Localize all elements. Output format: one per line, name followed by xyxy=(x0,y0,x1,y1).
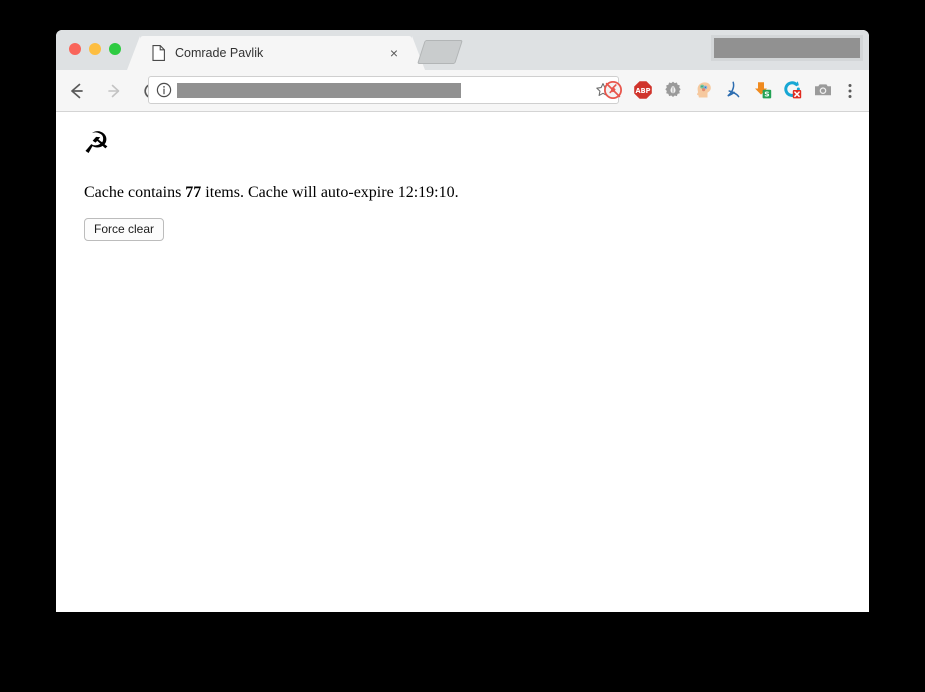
cache-status-text: Cache contains 77 items. Cache will auto… xyxy=(84,183,459,202)
window-close-button[interactable] xyxy=(69,43,81,55)
page-icon xyxy=(152,45,165,61)
camera-icon[interactable] xyxy=(813,80,833,100)
arrow-left-icon[interactable] xyxy=(64,79,88,103)
cache-item-count: 77 xyxy=(185,184,202,201)
page-content: ☭ Cache contains 77 items. Cache will au… xyxy=(56,112,869,612)
tabstrip-redacted-region xyxy=(711,35,863,61)
kebab-menu-icon[interactable] xyxy=(841,79,859,103)
download-excel-icon[interactable]: S xyxy=(753,80,773,100)
cache-status-suffix: items. Cache will auto-expire xyxy=(201,184,398,201)
head-brain-icon[interactable] xyxy=(693,80,713,100)
browser-toolbar: ABP S xyxy=(56,70,869,112)
cache-status-end: . xyxy=(454,184,459,201)
tab-close-icon[interactable]: × xyxy=(386,45,402,61)
adobe-acrobat-icon[interactable] xyxy=(723,80,743,100)
browser-window: Comrade Pavlik × ABP S ☭ Cache contains … xyxy=(56,30,869,612)
hammer-and-sickle-icon: ☭ xyxy=(83,126,110,161)
window-maximize-button[interactable] xyxy=(109,43,121,55)
svg-text:S: S xyxy=(764,90,769,99)
new-tab-button[interactable] xyxy=(417,40,463,64)
bug-gear-icon[interactable] xyxy=(663,80,683,100)
force-clear-button[interactable]: Force clear xyxy=(84,218,165,241)
window-minimize-button[interactable] xyxy=(89,43,101,55)
extension-toolbar: ABP S xyxy=(603,76,833,104)
svg-text:ABP: ABP xyxy=(636,87,651,95)
window-controls xyxy=(69,43,121,55)
cache-status-prefix: Cache contains xyxy=(84,184,186,201)
cache-expire-time: 12:19:10 xyxy=(397,184,455,201)
info-circle-icon[interactable] xyxy=(156,82,172,98)
plug-disabled-icon[interactable] xyxy=(603,80,623,100)
refresh-block-icon[interactable] xyxy=(783,80,803,100)
tab-strip: Comrade Pavlik × xyxy=(56,30,869,70)
adblock-plus-icon[interactable]: ABP xyxy=(633,80,653,100)
browser-tab-active[interactable]: Comrade Pavlik × xyxy=(127,36,425,70)
browser-tab-title: Comrade Pavlik xyxy=(175,46,264,60)
arrow-right-icon[interactable] xyxy=(102,79,126,103)
address-bar-redacted-url xyxy=(177,83,461,98)
address-bar[interactable] xyxy=(148,76,619,104)
